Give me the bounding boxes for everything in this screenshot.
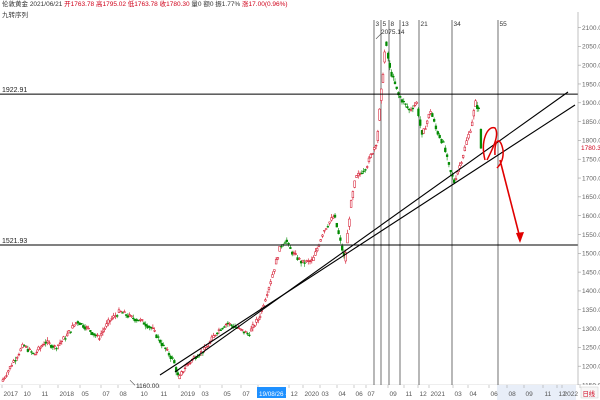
time-tick-label: 10 <box>141 391 149 398</box>
amount-value: 额0 <box>203 1 214 8</box>
time-tick-label: 07 <box>243 391 251 398</box>
fib-time-label: 21 <box>421 21 429 28</box>
time-tick-label: 05 <box>82 391 90 398</box>
candle <box>137 319 140 322</box>
price-tick-label: 2050.00 <box>582 44 600 51</box>
low-annotation-label: 1160.00 <box>136 383 159 390</box>
candle <box>385 41 388 47</box>
timeframe-badge[interactable]: 日线 <box>580 386 599 399</box>
price-axis: 2100.00 2050.00 2000.00 1950.00 1900.00 1850.… <box>577 12 600 389</box>
candle <box>319 238 322 242</box>
amplitude-value: 振1.77% <box>215 1 241 8</box>
price-tick-label: 1350.00 <box>582 307 600 314</box>
candle <box>378 108 381 121</box>
time-tick-label: 2019 <box>181 391 196 398</box>
time-axis: 2017 10 11 2018 05 07 08 10 11 2019 03 05 07 08 12 2020… <box>0 385 600 400</box>
horizontal-level-label: 1922.91 <box>2 87 27 94</box>
price-tick-label: 1850.00 <box>582 119 600 126</box>
price-tick-label: 1500.00 <box>582 251 600 258</box>
price-tick-label: 1700.00 <box>582 175 600 182</box>
time-tick-label: 11 <box>161 391 168 398</box>
candle <box>278 246 281 252</box>
fib-time-label: 8 <box>391 21 395 28</box>
price-tick-label: 1250.00 <box>582 345 600 352</box>
svg-text:1780.30: 1780.30 <box>581 145 600 152</box>
time-tick-label: 08 <box>120 391 128 398</box>
candle <box>355 175 358 179</box>
close-value: 收1780.30 <box>159 1 190 8</box>
fib-time-label: 34 <box>454 21 462 28</box>
time-tick-label: 2021 <box>431 391 446 398</box>
price-tick-label: 1900.00 <box>582 100 600 107</box>
candle <box>91 332 94 336</box>
time-tick-label: 03 <box>322 391 330 398</box>
highlighted-date-tag: 19/08/26 -- <box>257 387 289 398</box>
svg-text:19/08/26 --: 19/08/26 -- <box>259 391 289 398</box>
time-tick-label: 2017 <box>4 391 19 398</box>
candle <box>33 353 37 356</box>
time-tick-label: 08 <box>509 391 517 398</box>
time-tick-label: 2020 <box>305 391 320 398</box>
high-value: 高1795.02 <box>95 1 126 8</box>
time-tick-label: 09 <box>390 391 398 398</box>
volume-value: 量0 <box>191 1 202 8</box>
price-tick-label: 2100.00 <box>582 25 600 32</box>
low-value: 低1763.78 <box>127 1 158 8</box>
price-tick-label: 1600.00 <box>582 213 600 220</box>
instrument-name: 伦敦黄金 <box>2 1 28 8</box>
open-value: 开1763.78 <box>64 1 95 8</box>
time-tick-label: 06 <box>356 391 364 398</box>
bar-date: 2021/06/21 <box>29 1 63 8</box>
price-tick-label: 1950.00 <box>582 81 600 88</box>
svg-text:日线: 日线 <box>583 389 596 398</box>
price-tick-label: 2000.00 <box>582 62 600 69</box>
time-tick-label: 06 <box>491 391 499 398</box>
candle <box>353 180 356 189</box>
time-tick-label: 03 <box>455 391 463 398</box>
fib-time-label: 5 <box>383 21 387 28</box>
fib-time-label: 55 <box>500 21 508 28</box>
price-tick-label: 1200.00 <box>582 363 600 370</box>
candle <box>440 138 443 144</box>
time-tick-label: 10 <box>24 391 32 398</box>
indicator-label: 九转序列 <box>2 12 28 19</box>
price-tick-label: 1300.00 <box>582 326 600 333</box>
time-tick-label: 04 <box>470 391 478 398</box>
price-tick-label: 1750.00 <box>582 157 600 164</box>
fib-time-label: 13 <box>402 21 410 28</box>
horizontal-level-label: 1521.93 <box>2 238 27 245</box>
candle <box>479 128 483 150</box>
chart-header: 伦敦黄金 2021/06/21 开1763.78 高1795.02 低1763.… <box>2 0 288 10</box>
high-annotation-label: 2075.14 <box>381 29 405 36</box>
time-tick-label: 07 <box>103 391 111 398</box>
candle <box>67 329 71 334</box>
time-tick-label: 12 <box>291 391 299 398</box>
price-tick-label: 1550.00 <box>582 232 600 239</box>
time-tick-label: 2022 <box>564 391 579 398</box>
price-chart[interactable]: 358 13 21 34 55 1922.91 1521.93 2100.00 2050.0… <box>0 0 600 400</box>
candle <box>155 334 158 339</box>
current-price-tag: 1780.30 <box>579 142 600 152</box>
fib-time-label: 3 <box>376 21 380 28</box>
candle <box>349 199 353 208</box>
price-tick-label: 1650.00 <box>582 194 600 201</box>
time-tick-label: 11 <box>545 391 552 398</box>
candle <box>78 322 81 326</box>
candle <box>381 72 385 83</box>
candle <box>324 228 328 230</box>
change-value: 涨17.00(0.96%) <box>242 1 288 8</box>
time-tick-label: 2018 <box>60 391 75 398</box>
price-tick-label: 1450.00 <box>582 269 600 276</box>
time-tick-label: 12 <box>420 391 428 398</box>
time-tick-label: 11 <box>406 391 413 398</box>
time-tick-label: 11 <box>42 391 49 398</box>
candle <box>335 222 338 228</box>
time-tick-label: 04 <box>339 391 347 398</box>
time-tick-label: 05 <box>224 391 232 398</box>
time-tick-label: 03 <box>202 391 210 398</box>
time-tick-label: 07 <box>368 391 376 398</box>
price-tick-label: 1400.00 <box>582 288 600 295</box>
time-tick-label: 09 <box>526 391 534 398</box>
